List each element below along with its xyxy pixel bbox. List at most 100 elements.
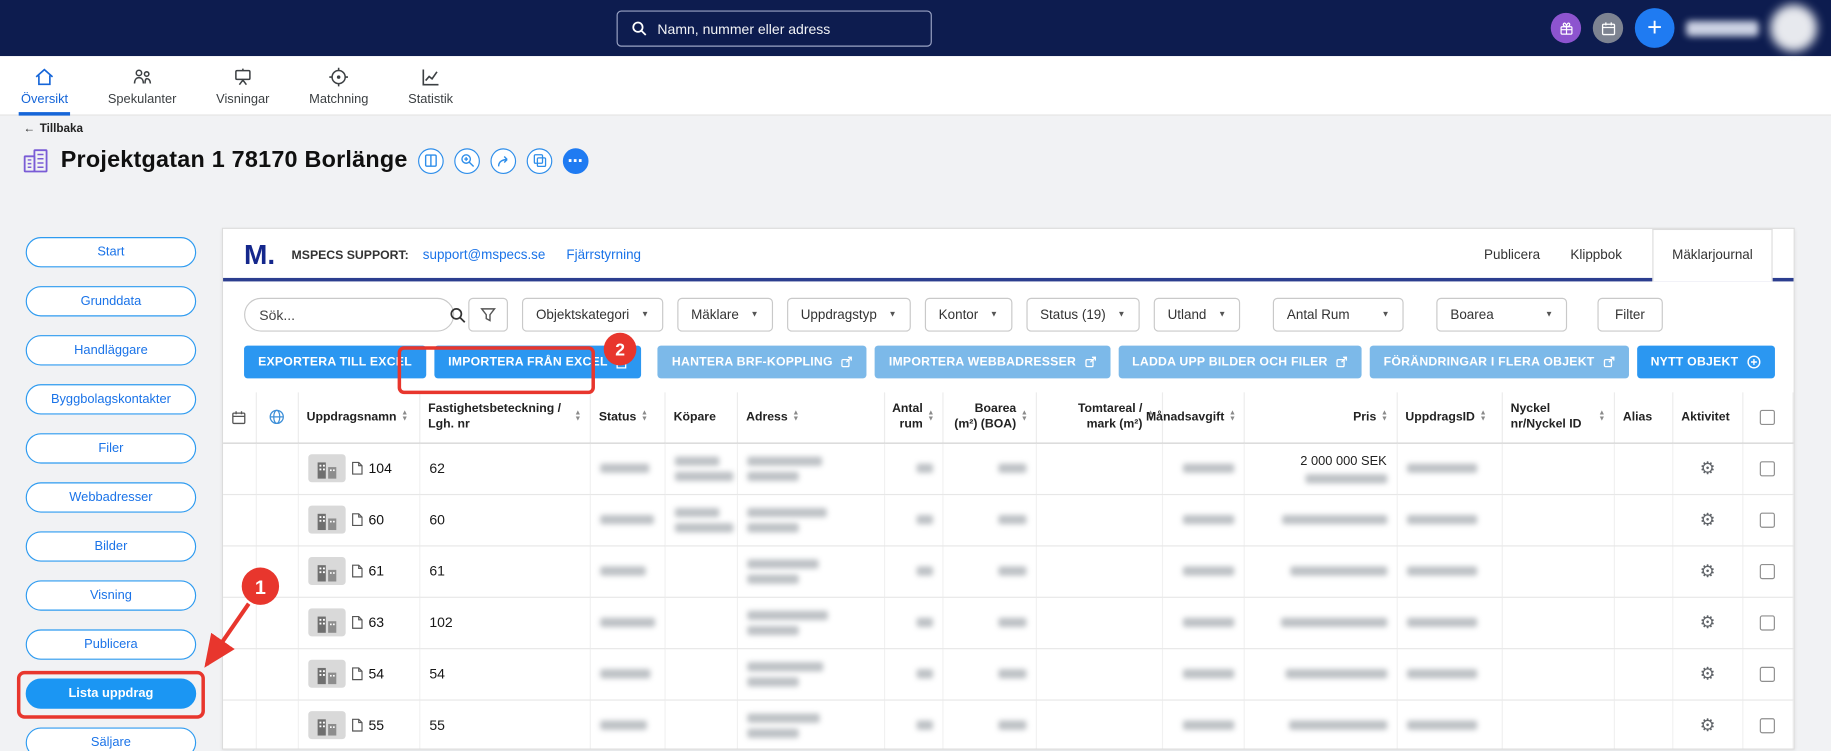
- sidebar-item-visning[interactable]: Visning: [25, 580, 197, 611]
- panel-tab-publicera[interactable]: Publicera: [1484, 248, 1540, 262]
- breadcrumb[interactable]: ← Tillbaka: [0, 116, 105, 136]
- cell-select: [1742, 699, 1794, 749]
- zoom-button[interactable]: [454, 147, 480, 174]
- dropdown-uppdragstyp[interactable]: Uppdragstyp ▼: [786, 297, 911, 332]
- cell-uppdragsid: [1396, 442, 1503, 495]
- column-header-antal-rum[interactable]: Antal rum ▲ ▼: [884, 392, 944, 444]
- column-header-tomtareal[interactable]: Tomtareal / mark (m²) ▲ ▼: [1036, 392, 1164, 444]
- row-checkbox[interactable]: [1760, 718, 1776, 734]
- promotions-button[interactable]: [1550, 12, 1582, 44]
- table-row[interactable]: 61 61 ⚙: [223, 545, 1794, 598]
- upload-files-button[interactable]: LADDA UPP BILDER OCH FILER: [1118, 345, 1362, 379]
- sidebar-item-publicera[interactable]: Publicera: [25, 629, 197, 660]
- chevron-down-icon: ▼: [1218, 310, 1227, 319]
- external-link-icon: [1084, 356, 1096, 368]
- brf-koppling-button[interactable]: HANTERA BRF-KOPPLING: [657, 345, 867, 379]
- dropdown-boarea[interactable]: Boarea ▼: [1436, 297, 1568, 332]
- dropdown-maklare[interactable]: Mäklare ▼: [677, 297, 773, 332]
- column-header-boarea[interactable]: Boarea (m²) (BOA) ▲ ▼: [943, 392, 1038, 444]
- lgh-nr: 54: [429, 665, 445, 682]
- column-header-adress[interactable]: Adress ▲ ▼: [737, 392, 886, 444]
- row-settings-gear-icon[interactable]: ⚙: [1700, 663, 1716, 684]
- home-icon: [33, 65, 56, 88]
- column-header-uppdragsid[interactable]: UppdragsID ▲ ▼: [1396, 392, 1503, 444]
- blurred-text: [600, 617, 655, 628]
- select-all-checkbox[interactable]: [1760, 409, 1776, 425]
- gift-icon: [1558, 20, 1573, 35]
- tab-oversikt[interactable]: Översikt: [18, 56, 71, 116]
- cell-fastighetsbeteckning: 62: [419, 442, 591, 495]
- add-button[interactable]: +: [1634, 8, 1675, 48]
- row-settings-gear-icon[interactable]: ⚙: [1700, 509, 1716, 530]
- row-settings-gear-icon[interactable]: ⚙: [1700, 715, 1716, 736]
- row-settings-gear-icon[interactable]: ⚙: [1700, 612, 1716, 633]
- user-avatar[interactable]: [1770, 4, 1817, 52]
- row-checkbox[interactable]: [1760, 512, 1776, 528]
- export-excel-button[interactable]: EXPORTERA TILL EXCEL: [244, 345, 426, 379]
- import-excel-button[interactable]: IMPORTERA FRÅN EXCEL: [434, 345, 642, 379]
- sidebar-item-webbadresser[interactable]: Webbadresser: [25, 482, 197, 513]
- bulk-change-button[interactable]: FÖRÄNDRINGAR I FLERA OBJEKT: [1369, 345, 1629, 379]
- new-object-button[interactable]: NYTT OBJEKT: [1636, 345, 1775, 379]
- dropdown-status[interactable]: Status (19) ▼: [1026, 297, 1140, 332]
- dropdown-utland[interactable]: Utland ▼: [1153, 297, 1241, 332]
- copy-button[interactable]: [526, 147, 553, 174]
- column-header-fastighetsbeteckning[interactable]: Fastighetsbeteckning / Lgh. nr ▲ ▼: [419, 392, 591, 444]
- tab-statistik[interactable]: Statistik: [406, 56, 456, 114]
- page-title: Projektgatan 1 78170 Borlänge: [60, 147, 408, 173]
- row-checkbox[interactable]: [1760, 615, 1776, 631]
- column-label: Boarea (m²) (BOA): [954, 401, 1017, 432]
- sidebar-item-start[interactable]: Start: [25, 237, 197, 268]
- dropdown-antal-rum[interactable]: Antal Rum ▼: [1272, 297, 1404, 332]
- panel-tab-maklarjournal[interactable]: Mäklarjournal: [1652, 228, 1773, 282]
- table-row[interactable]: 60 60 ⚙: [223, 493, 1794, 546]
- table-row[interactable]: 54 54 ⚙: [223, 648, 1794, 701]
- filter-button[interactable]: Filter: [1597, 297, 1663, 332]
- uppdragsnamn-number: 55: [368, 716, 385, 734]
- row-settings-gear-icon[interactable]: ⚙: [1700, 561, 1716, 582]
- sidebar-item-bilder[interactable]: Bilder: [25, 531, 197, 562]
- cell-aktivitet: ⚙: [1672, 648, 1744, 701]
- notes-button[interactable]: [418, 147, 444, 174]
- cell-uppdragsnamn: 61: [297, 545, 421, 598]
- column-header-nyckel[interactable]: Nyckel nr/Nyckel ID ▲ ▼: [1501, 392, 1615, 444]
- column-header-pris[interactable]: Pris ▲ ▼: [1244, 392, 1398, 444]
- cell-status: [590, 699, 666, 749]
- sidebar-item-handlaggare[interactable]: Handläggare: [25, 335, 197, 366]
- tab-spekulanter[interactable]: Spekulanter: [105, 56, 178, 114]
- cell-globe: [255, 596, 299, 649]
- tab-visningar[interactable]: Visningar: [214, 56, 272, 114]
- dropdown-kontor[interactable]: Kontor ▼: [924, 297, 1013, 332]
- more-button[interactable]: ⋯: [562, 147, 589, 174]
- sidebar-item-saljare[interactable]: Säljare: [25, 727, 197, 751]
- sidebar-item-filer[interactable]: Filer: [25, 433, 197, 464]
- support-email-link[interactable]: support@mspecs.se: [423, 248, 546, 262]
- table-search-input[interactable]: [259, 306, 441, 323]
- column-header-uppdragsnamn[interactable]: Uppdragsnamn ▲ ▼: [297, 392, 421, 444]
- sidebar-item-byggbolagskontakter[interactable]: Byggbolagskontakter: [25, 384, 197, 415]
- global-search: [616, 10, 932, 47]
- property-thumbnail: [307, 557, 346, 586]
- column-header-manadsavgift[interactable]: Månadsavgift ▲ ▼: [1146, 392, 1246, 444]
- import-webbadresser-button[interactable]: IMPORTERA WEBBADRESSER: [874, 345, 1110, 379]
- sidebar-item-grunddata[interactable]: Grunddata: [25, 286, 197, 317]
- row-checkbox[interactable]: [1760, 564, 1776, 580]
- calendar-button[interactable]: [1592, 12, 1624, 44]
- column-header-status[interactable]: Status ▲ ▼: [590, 392, 666, 444]
- share-button[interactable]: [490, 147, 517, 174]
- table-row[interactable]: 55 55 ⚙: [223, 699, 1794, 749]
- tab-matchning[interactable]: Matchning: [307, 56, 371, 114]
- action-row: EXPORTERA TILL EXCEL IMPORTERA FRÅN EXCE…: [223, 343, 1794, 390]
- row-checkbox[interactable]: [1760, 461, 1776, 477]
- cell-aktivitet: ⚙: [1672, 596, 1744, 649]
- remote-control-link[interactable]: Fjärrstyrning: [566, 248, 641, 262]
- dropdown-objektskategori[interactable]: Objektskategori ▼: [521, 297, 664, 332]
- sidebar-item-lista-uppdrag[interactable]: Lista uppdrag: [25, 678, 197, 709]
- row-settings-gear-icon[interactable]: ⚙: [1700, 458, 1716, 479]
- filter-icon-button[interactable]: [468, 297, 508, 332]
- table-row[interactable]: 63 102 ⚙: [223, 596, 1794, 649]
- row-checkbox[interactable]: [1760, 666, 1776, 683]
- table-row[interactable]: 104 62 2 000 000 SEK ⚙: [223, 442, 1794, 495]
- global-search-input[interactable]: [657, 20, 917, 37]
- panel-tab-klippbok[interactable]: Klippbok: [1570, 248, 1622, 262]
